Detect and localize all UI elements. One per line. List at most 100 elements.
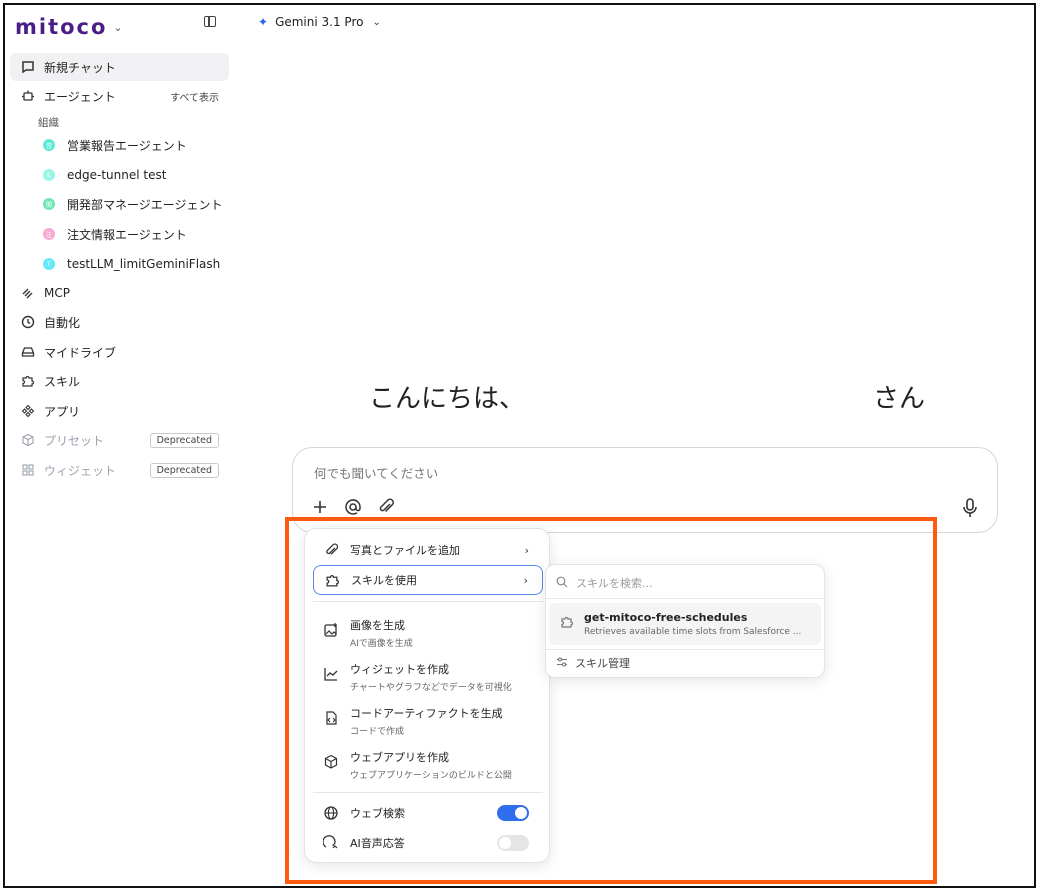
skill-manage-button[interactable]: スキル管理 xyxy=(556,655,630,671)
sidebar-toggle-icon[interactable] xyxy=(204,16,216,27)
clock-icon xyxy=(20,314,36,330)
microphone-icon[interactable] xyxy=(960,497,980,519)
agent-item[interactable]: T testLLM_limitGeminiFlash xyxy=(43,251,220,277)
skill-submenu: get-mitoco-free-schedules Retrieves avai… xyxy=(545,564,825,678)
sidebar-item-label: ウィジェット xyxy=(44,463,117,478)
skill-description: Retrieves available time slots from Sale… xyxy=(584,627,802,637)
box-icon xyxy=(20,432,36,448)
grid-icon xyxy=(20,462,36,478)
sidebar-item-label: エージェント xyxy=(44,89,116,104)
mcp-icon xyxy=(20,285,36,301)
greeting-text: こんにちは、 xyxy=(369,384,526,414)
menu-item-ai-voice[interactable]: AI音声応答 xyxy=(313,828,543,858)
agent-avatar: T xyxy=(43,258,55,270)
sidebar-item-mcp[interactable]: MCP xyxy=(10,279,229,307)
sidebar-item-my-drive[interactable]: マイドライブ xyxy=(10,338,229,366)
chevron-right-icon: › xyxy=(524,543,529,557)
agent-avatar: 営 xyxy=(43,139,55,151)
chat-input[interactable] xyxy=(312,465,936,482)
agent-label: 営業報告エージェント xyxy=(67,138,187,153)
menu-item-web-app[interactable]: ウェブアプリを作成 ウェブアプリケーションのビルドと公開 xyxy=(313,747,543,787)
menu-divider xyxy=(313,792,543,793)
greeting-suffix: さん xyxy=(873,384,926,414)
agent-item[interactable]: 開 開発部マネージエージェント xyxy=(43,191,223,217)
sidebar-item-skills[interactable]: スキル xyxy=(10,367,229,395)
menu-item-web-search[interactable]: ウェブ検索 xyxy=(313,798,543,828)
menu-label: スキルを使用 xyxy=(351,574,417,587)
agent-item[interactable]: 営 営業報告エージェント xyxy=(43,132,187,158)
agent-label: testLLM_limitGeminiFlash xyxy=(67,257,221,271)
agent-avatar: E xyxy=(43,169,55,181)
menu-item-use-skill[interactable]: スキルを使用 › xyxy=(313,565,543,595)
skill-manage-label: スキル管理 xyxy=(575,657,630,670)
show-all-agents-link[interactable]: すべて表示 xyxy=(170,89,219,104)
menu-label: 画像を生成 xyxy=(350,619,405,632)
image-plus-icon xyxy=(322,621,340,639)
agent-item[interactable]: 注 注文情報エージェント xyxy=(43,221,187,247)
sidebar-item-presets[interactable]: プリセット Deprecated xyxy=(10,426,229,454)
menu-item-add-files[interactable]: 写真とファイルを追加 › xyxy=(313,535,543,565)
menu-description: ウェブアプリケーションのビルドと公開 xyxy=(350,771,512,781)
chat-icon xyxy=(20,59,36,75)
paperclip-icon[interactable] xyxy=(375,496,397,518)
model-name: Gemini 3.1 Pro xyxy=(275,15,364,29)
menu-divider xyxy=(313,601,543,602)
plus-icon[interactable] xyxy=(309,496,331,518)
globe-icon xyxy=(322,804,340,822)
menu-description: AIで画像を生成 xyxy=(350,639,413,649)
sidebar-item-label: プリセット xyxy=(44,433,105,448)
chevron-down-icon: ⌄ xyxy=(372,16,381,28)
brand-switcher[interactable]: mitoco ⌄ xyxy=(15,13,123,41)
agent-label: 開発部マネージエージェント xyxy=(67,197,223,212)
mention-icon[interactable] xyxy=(342,496,364,518)
puzzle-icon xyxy=(323,571,341,589)
menu-label: コードアーティファクトを生成 xyxy=(350,707,503,720)
menu-item-generate-image[interactable]: 画像を生成 AIで画像を生成 xyxy=(313,615,543,655)
drive-icon xyxy=(20,344,36,360)
chevron-right-icon: › xyxy=(523,573,528,587)
sidebar-item-label: MCP xyxy=(44,286,70,300)
skill-search-input[interactable] xyxy=(574,575,798,591)
search-icon xyxy=(556,576,568,591)
voice-icon xyxy=(322,834,340,852)
sidebar-item-label: スキル xyxy=(44,374,81,389)
web-search-toggle[interactable] xyxy=(497,805,529,821)
sidebar-item-agents[interactable]: エージェント すべて表示 xyxy=(10,82,229,110)
menu-label: ウェブ検索 xyxy=(350,807,405,820)
code-file-icon xyxy=(322,709,340,727)
sidebar-item-automation[interactable]: 自動化 xyxy=(10,308,229,336)
menu-label: ウェブアプリを作成 xyxy=(350,751,449,764)
skill-item[interactable]: get-mitoco-free-schedules Retrieves avai… xyxy=(549,603,821,645)
menu-item-create-widget[interactable]: ウィジェットを作成 チャートやグラフなどでデータを可視化 xyxy=(313,659,543,699)
model-selector[interactable]: ✦ Gemini 3.1 Pro ⌄ xyxy=(258,12,381,32)
ai-voice-toggle[interactable] xyxy=(497,835,529,851)
package-icon xyxy=(322,753,340,771)
chevron-down-icon: ⌄ xyxy=(113,20,123,34)
line-chart-icon xyxy=(322,665,340,683)
apps-icon xyxy=(20,403,36,419)
puzzle-icon xyxy=(560,615,574,632)
sidebar-item-label: 自動化 xyxy=(44,315,81,330)
section-label: 組織 xyxy=(38,117,59,129)
sidebar-item-new-chat[interactable]: 新規チャット xyxy=(10,53,229,81)
menu-item-code-artifact[interactable]: コードアーティファクトを生成 コードで作成 xyxy=(313,703,543,743)
agent-item[interactable]: E edge-tunnel test xyxy=(43,162,166,188)
brand-logo: mitoco xyxy=(15,15,108,39)
sidebar: mitoco ⌄ 新規チャット エージェント すべて表示 組織 営 営業報告エー… xyxy=(5,5,233,885)
submenu-divider xyxy=(546,598,824,599)
composer-plus-menu: 写真とファイルを追加 › スキルを使用 › 画像を生成 AIで画像を生成 ウィジ… xyxy=(304,528,550,863)
submenu-divider xyxy=(546,649,824,650)
robot-icon xyxy=(20,88,36,104)
sidebar-item-widgets[interactable]: ウィジェット Deprecated xyxy=(10,456,229,484)
skill-name: get-mitoco-free-schedules xyxy=(584,611,748,624)
paperclip-icon xyxy=(322,541,340,559)
skill-search xyxy=(556,575,806,591)
sidebar-item-label: 新規チャット xyxy=(44,60,116,75)
agent-avatar: 開 xyxy=(43,198,55,210)
deprecated-badge: Deprecated xyxy=(149,432,219,448)
menu-label: AI音声応答 xyxy=(350,837,405,850)
agent-label: 注文情報エージェント xyxy=(67,227,187,242)
sidebar-item-apps[interactable]: アプリ xyxy=(10,397,229,425)
sliders-icon xyxy=(556,656,568,671)
deprecated-badge: Deprecated xyxy=(149,462,219,478)
